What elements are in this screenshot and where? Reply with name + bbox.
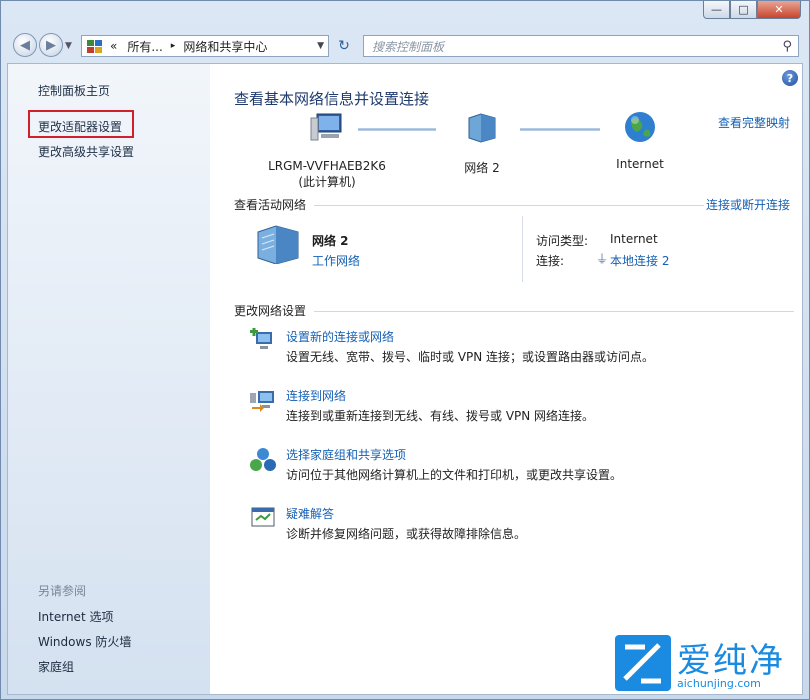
troubleshoot-icon [251, 507, 275, 527]
refresh-button[interactable]: ↻ [333, 35, 355, 57]
control-panel-icon [87, 40, 102, 53]
task-connect-network-desc: 连接到或重新连接到无线、有线、拨号或 VPN 网络连接。 [286, 409, 595, 423]
connections-label: 连接: [536, 254, 565, 268]
main-content: ? 查看基本网络信息并设置连接 查看完整映射 LRGM-VVFHAEB2K6 (… [210, 64, 802, 694]
section-divider-2 [314, 311, 794, 312]
connector-line [358, 128, 436, 131]
network-node-name: 网络 2 [464, 161, 500, 175]
connector-line-2 [520, 128, 600, 131]
sidebar-item-home[interactable]: 控制面板主页 [38, 82, 110, 99]
sidebar-item-internet-options[interactable]: Internet 选项 [38, 608, 113, 625]
watermark-text: 爱纯净 [677, 641, 785, 681]
search-input[interactable]: 搜索控制面板 [372, 38, 782, 55]
map-node-network[interactable]: 网络 2 [442, 112, 522, 176]
change-settings-heading: 更改网络设置 [234, 304, 307, 318]
search-box[interactable]: 搜索控制面板 ⚲ [363, 35, 799, 57]
back-button[interactable]: ◀ [13, 33, 37, 57]
internet-node-name: Internet [616, 157, 664, 171]
network-type-link[interactable]: 工作网络 [312, 252, 360, 269]
map-node-computer[interactable]: LRGM-VVFHAEB2K6 (此计算机) [262, 112, 392, 190]
sidebar-item-windows-firewall[interactable]: Windows 防火墙 [38, 633, 131, 650]
breadcrumb-separator[interactable]: ▸ [171, 41, 176, 51]
computer-name: LRGM-VVFHAEB2K6 [268, 159, 386, 173]
active-network-name: 网络 2 [312, 234, 349, 248]
task-new-connection-desc: 设置无线、宽带、拨号、临时或 VPN 连接；或设置路由器或访问点。 [286, 350, 655, 364]
task-troubleshoot-title[interactable]: 疑难解答 [286, 505, 334, 522]
see-also-heading: 另请参阅 [38, 584, 87, 598]
ethernet-plug-icon: ⏚ [596, 252, 609, 266]
control-panel-window: — □ ✕ ◀ ▶ ▼ « 所有... ▸ 网络和共享中心 ▼ ↻ 搜索控制面板… [0, 0, 810, 700]
network-icon [468, 113, 496, 143]
address-chevron[interactable]: « [110, 39, 117, 53]
breadcrumb-network-center[interactable]: 网络和共享中心 [183, 38, 317, 55]
task-troubleshoot-desc: 诊断并修复网络问题，或获得故障排除信息。 [286, 527, 527, 541]
minimize-button[interactable]: — [703, 1, 730, 19]
local-connection-link[interactable]: 本地连接 2 [610, 252, 669, 269]
task-connect-network-title[interactable]: 连接到网络 [286, 387, 346, 404]
recent-pages-dropdown-icon[interactable]: ▼ [65, 41, 72, 51]
forward-arrow-icon: ▶ [46, 37, 56, 53]
search-icon[interactable]: ⚲ [782, 39, 792, 54]
maximize-button[interactable]: □ [730, 1, 757, 19]
computer-icon [310, 113, 342, 141]
page-title: 查看基本网络信息并设置连接 [234, 90, 430, 108]
watermark-logo-icon [615, 635, 671, 691]
access-type-label: 访问类型: [536, 234, 589, 248]
sidebar-item-advanced-sharing[interactable]: 更改高级共享设置 [38, 143, 134, 160]
client-area: 控制面板主页 更改适配器设置 更改高级共享设置 另请参阅 Internet 选项… [7, 63, 803, 695]
connect-to-network-icon [250, 391, 274, 412]
sidebar: 控制面板主页 更改适配器设置 更改高级共享设置 另请参阅 Internet 选项… [8, 64, 210, 694]
task-new-connection-title[interactable]: 设置新的连接或网络 [286, 328, 394, 345]
homegroup-icon [250, 448, 276, 471]
forward-button[interactable]: ▶ [39, 33, 63, 57]
breadcrumb-all[interactable]: 所有... [127, 38, 162, 55]
refresh-icon: ↻ [338, 38, 350, 54]
map-node-internet[interactable]: Internet [600, 110, 680, 171]
sidebar-item-adapter-settings[interactable]: 更改适配器设置 [38, 118, 122, 135]
computer-sub: (此计算机) [298, 175, 356, 189]
globe-icon [625, 112, 655, 142]
active-networks-heading: 查看活动网络 [234, 198, 307, 212]
vertical-divider [522, 216, 523, 282]
caption-buttons: — □ ✕ [703, 1, 801, 19]
task-homegroup-title[interactable]: 选择家庭组和共享选项 [286, 446, 406, 463]
network-2-icon [257, 225, 299, 264]
address-bar[interactable]: « 所有... ▸ 网络和共享中心 ▼ [81, 35, 329, 57]
back-arrow-icon: ◀ [20, 37, 30, 53]
new-connection-icon [250, 328, 272, 349]
section-divider [314, 205, 704, 206]
see-full-map-link[interactable]: 查看完整映射 [718, 114, 790, 131]
connect-disconnect-link[interactable]: 连接或断开连接 [706, 196, 790, 213]
help-icon[interactable]: ? [782, 70, 798, 86]
address-dropdown-icon[interactable]: ▼ [317, 41, 324, 51]
watermark-url: aichunjing.com [677, 677, 761, 690]
close-button[interactable]: ✕ [757, 1, 801, 19]
watermark: 爱纯净 aichunjing.com [615, 631, 801, 697]
sidebar-item-homegroup[interactable]: 家庭组 [38, 658, 74, 675]
task-homegroup-desc: 访问位于其他网络计算机上的文件和打印机，或更改共享设置。 [286, 468, 623, 482]
access-type-value: Internet [610, 232, 658, 246]
